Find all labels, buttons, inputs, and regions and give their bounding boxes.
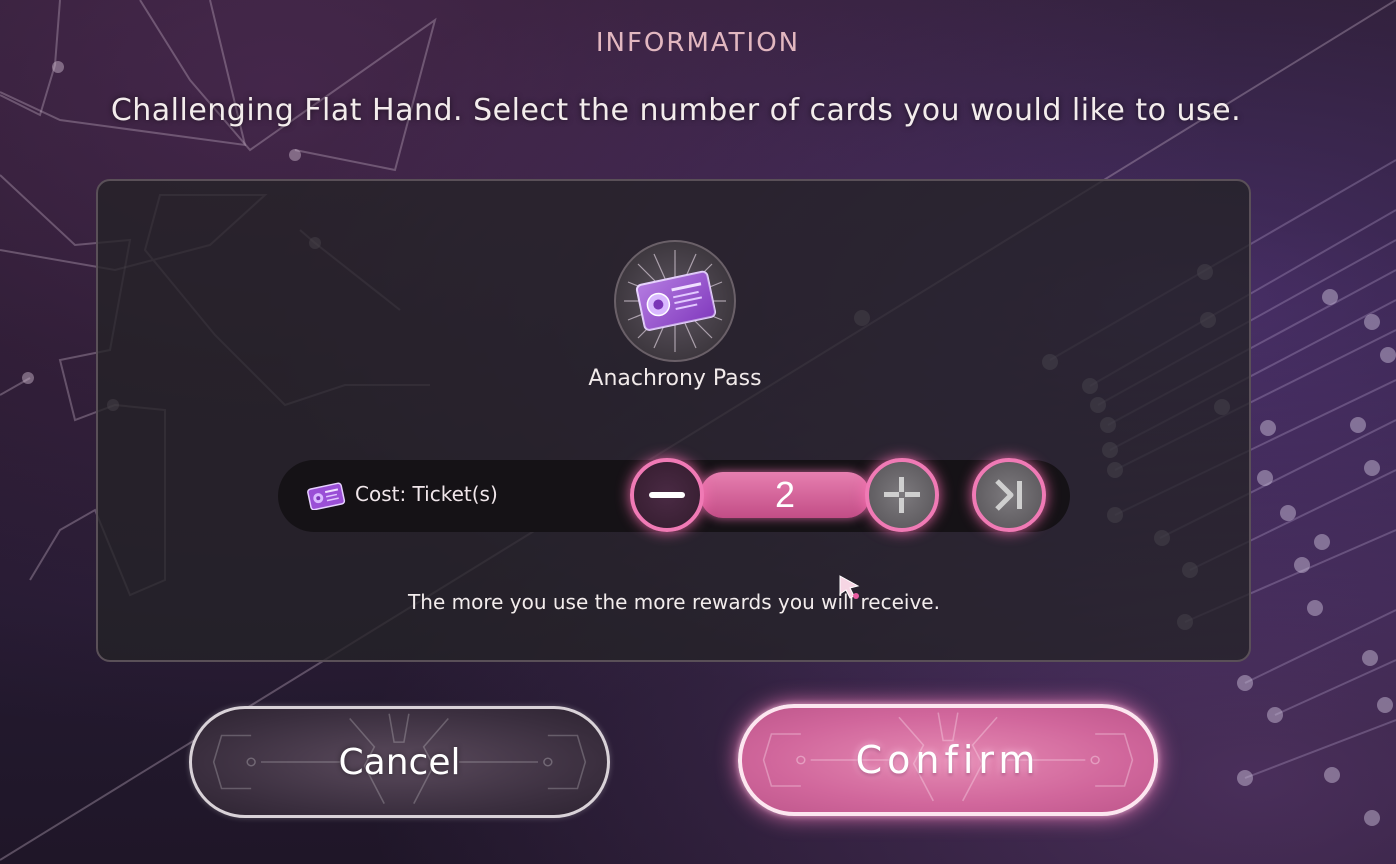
anachrony-pass-card-icon xyxy=(614,240,736,362)
cancel-button-label: Cancel xyxy=(338,741,461,783)
plus-icon xyxy=(884,477,920,513)
increase-button[interactable] xyxy=(865,458,939,532)
quantity-value: 2 xyxy=(774,474,796,515)
confirm-button-label: Confirm xyxy=(855,738,1041,782)
max-quantity-button[interactable] xyxy=(972,458,1046,532)
ticket-card-icon xyxy=(306,482,346,511)
dialog-title: INFORMATION xyxy=(595,28,801,58)
dialog-message: Challenging Flat Hand. Select the number… xyxy=(110,93,1242,128)
rewards-hint: The more you use the more rewards you wi… xyxy=(408,590,940,614)
item-name: Anachrony Pass xyxy=(588,366,762,391)
cost-label: Cost: Ticket(s) xyxy=(355,482,498,506)
skip-to-max-icon xyxy=(995,479,1022,511)
decrease-button[interactable] xyxy=(630,458,704,532)
minus-icon xyxy=(649,492,685,498)
confirm-button[interactable]: Confirm xyxy=(738,704,1158,816)
dialog-screen: INFORMATION Challenging Flat Hand. Selec… xyxy=(0,0,1396,864)
pointer-cursor-icon xyxy=(839,575,860,599)
cancel-button[interactable]: Cancel xyxy=(189,706,610,818)
